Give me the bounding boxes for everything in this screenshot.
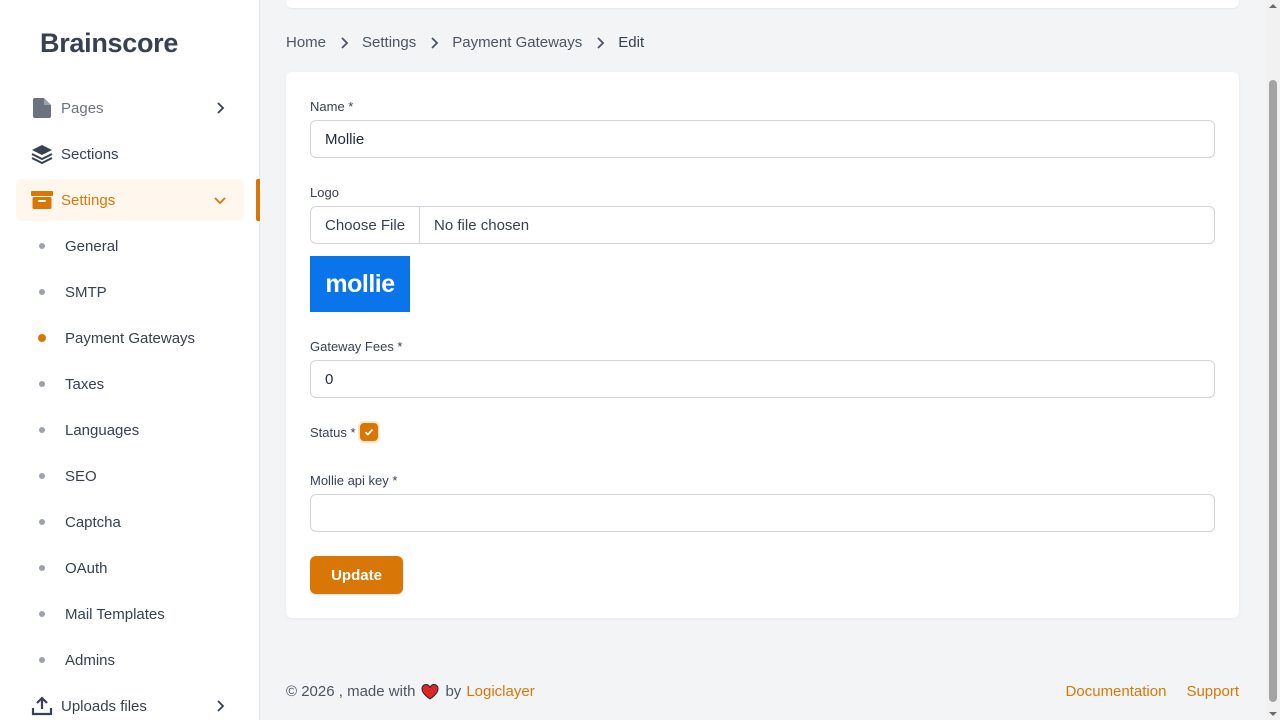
bullet-dot (39, 473, 45, 479)
sidebar-item-sections[interactable]: Sections (16, 133, 244, 175)
document-icon (31, 97, 53, 119)
bullet-dot (38, 334, 46, 342)
sidebar-subitem-mail-templates[interactable]: Mail Templates (36, 602, 165, 626)
gateway-fees-label: Gateway Fees * (310, 339, 403, 354)
footer-credits: © 2026 , made with by Logiclayer (286, 683, 535, 700)
chevron-down-icon (214, 197, 226, 205)
subitem-label: OAuth (65, 559, 108, 577)
chevron-right-icon (336, 35, 352, 51)
chevron-right-icon (217, 102, 225, 114)
documentation-link[interactable]: Documentation (1066, 683, 1167, 700)
copyright-text: © 2026 , made with (286, 683, 416, 700)
fees-input-value: 0 (325, 370, 334, 388)
bullet-dot (39, 289, 45, 295)
subitem-label: Mail Templates (65, 605, 165, 623)
logiclayer-link[interactable]: Logiclayer (466, 683, 534, 700)
subitem-label: Languages (65, 421, 140, 439)
logo-label: Logo (310, 185, 339, 200)
brand-logo[interactable]: Brainscore (40, 28, 178, 59)
sidebar-subitem-taxes[interactable]: Taxes (36, 372, 104, 396)
bullet-dot (39, 657, 45, 663)
bullet-dot (39, 381, 45, 387)
bullet-dot (39, 427, 45, 433)
name-input[interactable]: Mollie (310, 120, 1215, 158)
sidebar: Brainscore Pages Sections Settings Gener… (0, 0, 260, 720)
gateway-logo-preview: mollie (310, 256, 410, 312)
breadcrumb-edit: Edit (618, 34, 645, 51)
chevron-right-icon (426, 35, 442, 51)
chevron-right-icon (217, 700, 225, 712)
scroll-down-arrow-icon[interactable] (1269, 710, 1277, 718)
upload-icon (31, 695, 53, 717)
sidebar-subitem-general[interactable]: General (36, 234, 118, 258)
support-link[interactable]: Support (1186, 683, 1239, 700)
status-row: Status * (310, 423, 378, 441)
sidebar-subitem-payment-gateways[interactable]: Payment Gateways (36, 326, 195, 350)
bullet-dot (39, 611, 45, 617)
archive-box-icon (31, 189, 53, 211)
name-input-value: Mollie (325, 130, 365, 148)
edit-gateway-form: Name * Mollie Logo Choose File No file c… (286, 72, 1239, 618)
api-key-label: Mollie api key * (310, 473, 398, 488)
bullet-dot (39, 243, 45, 249)
top-bar (286, 0, 1239, 8)
page-scrollbar[interactable] (1266, 0, 1280, 720)
sidebar-item-label: Uploads files (61, 697, 147, 715)
footer-links: Documentation Support (1066, 683, 1239, 700)
sidebar-item-settings[interactable]: Settings (16, 179, 244, 221)
sidebar-item-pages[interactable]: Pages (16, 87, 244, 129)
logo-file-input[interactable]: Choose File No file chosen (310, 206, 1215, 244)
breadcrumb-settings[interactable]: Settings (362, 34, 416, 51)
breadcrumb: Home Settings Payment Gateways Edit (286, 34, 644, 51)
active-indicator (256, 179, 260, 221)
name-label: Name * (310, 99, 354, 114)
subitem-label: Taxes (65, 375, 105, 393)
sidebar-subitem-smtp[interactable]: SMTP (36, 280, 107, 304)
sidebar-item-label: Sections (61, 145, 119, 163)
file-status: No file chosen (434, 216, 530, 234)
update-button[interactable]: Update (310, 556, 403, 594)
subitem-label: Admins (65, 651, 116, 669)
scrollbar-thumb[interactable] (1269, 80, 1277, 702)
breadcrumb-payment-gateways[interactable]: Payment Gateways (452, 34, 582, 51)
sidebar-subitem-admins[interactable]: Admins (36, 648, 115, 672)
sidebar-subitem-seo[interactable]: SEO (36, 464, 97, 488)
subitem-label: Captcha (65, 513, 121, 531)
scroll-up-arrow-icon[interactable] (1269, 2, 1277, 10)
api-key-input[interactable] (310, 494, 1215, 532)
subitem-label: General (65, 237, 119, 255)
check-icon (364, 428, 373, 436)
heart-icon (421, 683, 439, 700)
bullet-dot (39, 565, 45, 571)
by-text: by (445, 683, 462, 700)
bullet-dot (39, 519, 45, 525)
sidebar-subitem-languages[interactable]: Languages (36, 418, 139, 442)
status-label: Status * (310, 424, 356, 440)
sidebar-item-label: Settings (61, 191, 116, 209)
subitem-label: SEO (65, 467, 97, 485)
sidebar-item-label: Pages (61, 99, 104, 117)
choose-file-button[interactable]: Choose File (311, 207, 421, 243)
sidebar-subitem-captcha[interactable]: Captcha (36, 510, 121, 534)
sidebar-subitem-oauth[interactable]: OAuth (36, 556, 108, 580)
layers-icon (31, 143, 53, 165)
subitem-label: SMTP (65, 283, 107, 301)
chevron-right-icon (592, 35, 608, 51)
sidebar-item-uploads[interactable]: Uploads files (16, 685, 244, 720)
status-checkbox[interactable] (359, 423, 378, 441)
subitem-label: Payment Gateways (65, 329, 196, 347)
gateway-fees-input[interactable]: 0 (310, 360, 1215, 398)
breadcrumb-home[interactable]: Home (286, 34, 326, 51)
